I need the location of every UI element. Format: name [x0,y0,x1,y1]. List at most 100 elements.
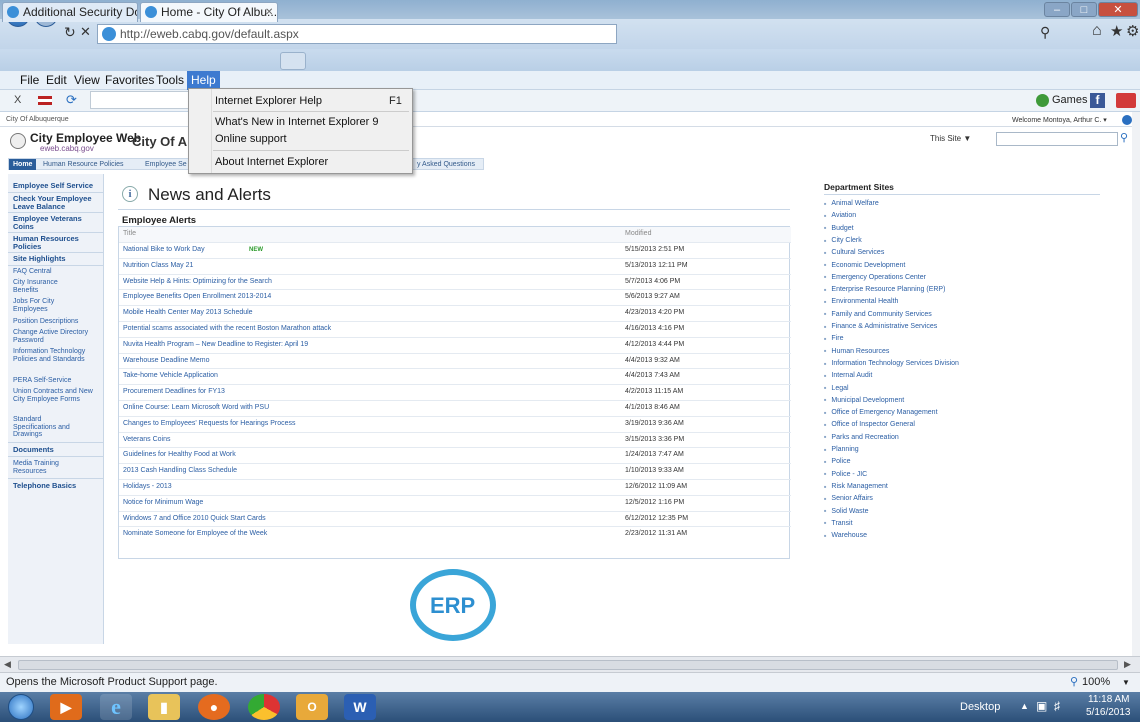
scroll-thumb[interactable] [18,660,1118,670]
logo-title[interactable]: City Employee Web [30,131,141,145]
menu-favorites[interactable]: Favorites [101,71,158,90]
nav-documents[interactable]: Documents [13,446,54,454]
tools-gear-icon[interactable]: ⚙ [1126,22,1139,40]
alert-title-link[interactable]: Holidays - 2013 [123,480,172,494]
dept-link[interactable]: Internal Audit [824,372,872,379]
nav-link-it-policies[interactable]: Information Technology Policies and Stan… [13,348,93,363]
dept-link[interactable]: Aviation [824,212,856,219]
alert-title-link[interactable]: Mobile Health Center May 2013 Schedule [123,306,253,320]
zoom-level[interactable]: 100% [1082,673,1110,692]
alert-title-link[interactable]: Employee Benefits Open Enrollment 2013-2… [123,290,271,304]
file-explorer-icon[interactable]: ▮ [148,694,180,720]
refresh-icon[interactable]: ↻ [64,24,76,41]
tab-additional-security[interactable]: Additional Security Do... [2,2,138,22]
chrome-icon[interactable] [248,694,280,720]
facebook-icon[interactable]: f [1090,93,1105,108]
outlook-icon[interactable]: O [296,694,328,720]
media-player-icon[interactable]: ▶ [50,694,82,720]
dept-link[interactable]: Family and Community Services [824,311,931,318]
nav-leave-balance[interactable]: Check Your Employee Leave Balance [13,195,103,211]
scroll-right-arrow[interactable]: ▶ [1124,659,1131,670]
alert-title-link[interactable]: Nutrition Class May 21 [123,259,193,273]
desktop-toolbar-label[interactable]: Desktop [960,701,1000,713]
nav-link-position-descriptions[interactable]: Position Descriptions [13,318,78,326]
alert-title-link[interactable]: Windows 7 and Office 2010 Quick Start Ca… [123,512,266,526]
menu-item-about-ie[interactable]: About Internet Explorer [215,156,328,168]
favorites-star-icon[interactable]: ★ [1110,22,1123,40]
alert-title-link[interactable]: Potential scams associated with the rece… [123,322,331,336]
dept-link[interactable]: Information Technology Services Division [824,360,959,367]
cmd-close-icon[interactable]: X [14,94,21,106]
dept-link[interactable]: Economic Development [824,262,905,269]
nav-link-pera[interactable]: PERA Self-Service [13,377,71,385]
search-scope-select[interactable]: This Site ▼ [930,132,992,145]
alert-title-link[interactable]: Online Course: Learn Microsoft Word with… [123,401,269,415]
tab-human-resource-policies[interactable]: Human Resource Policies [39,159,128,170]
close-window-button[interactable]: ✕ [1098,2,1138,17]
dept-link[interactable]: Human Resources [824,348,889,355]
search-icon[interactable]: ⚲ [1040,24,1050,41]
home-icon[interactable]: ⌂ [1092,22,1102,40]
nav-link-change-password[interactable]: Change Active Directory Password [13,329,93,344]
alert-title-link[interactable]: Notice for Minimum Wage [123,496,203,510]
menu-tools[interactable]: Tools [152,71,188,90]
nav-hr-policies[interactable]: Human Resources Policies [13,235,103,251]
alert-title-link[interactable]: Veterans Coins [123,433,170,447]
dept-link[interactable]: Parks and Recreation [824,434,898,441]
page-scrollbar-vertical[interactable] [1132,112,1140,656]
firefox-icon[interactable]: ● [198,694,230,720]
dept-link[interactable]: City Clerk [824,237,861,244]
col-title[interactable]: Title [123,227,136,241]
nav-telephone-basics[interactable]: Telephone Basics [13,482,76,490]
nav-employee-self-service[interactable]: Employee Self Service [13,182,93,190]
nav-link-union-contracts[interactable]: Union Contracts and New City Employee Fo… [13,388,97,403]
address-bar[interactable]: http://eweb.cabq.gov/default.aspx [97,24,617,44]
horizontal-scrollbar[interactable]: ◀ ▶ [0,656,1140,672]
menu-edit[interactable]: Edit [42,71,71,90]
dept-link[interactable]: Risk Management [824,483,887,490]
menu-view[interactable]: View [70,71,104,90]
tab-home[interactable]: Home [9,159,37,170]
games-icon[interactable] [1036,94,1049,107]
menu-item-whats-new[interactable]: What's New in Internet Explorer 9 [215,116,379,128]
nav-link-jobs[interactable]: Jobs For City Employees [13,298,73,313]
internet-explorer-icon[interactable]: e [100,694,132,720]
word-icon[interactable]: W [344,694,376,720]
erp-logo[interactable]: ERP [410,569,496,641]
network-icon[interactable]: ▣ [1036,699,1047,713]
scroll-left-arrow[interactable]: ◀ [4,659,11,670]
alert-title-link[interactable]: Changes to Employees' Requests for Heari… [123,417,296,431]
site-search-icon[interactable]: ⚲ [1120,131,1128,144]
alert-title-link[interactable]: National Bike to Work Day [123,243,205,257]
clock-time[interactable]: 11:18 AM [1088,694,1130,705]
menu-item-online-support[interactable]: Online support [215,133,287,145]
nav-link-media-training[interactable]: Media Training Resources [13,460,83,475]
dept-link[interactable]: Office of Emergency Management [824,409,937,416]
tab-home-city[interactable]: Home - City Of Albu... ✕ [140,2,278,22]
dept-link[interactable]: Legal [824,385,848,392]
dept-link[interactable]: Finance & Administrative Services [824,323,937,330]
dept-link[interactable]: Municipal Development [824,397,904,404]
start-button[interactable] [8,694,34,720]
dept-link[interactable]: Police [824,458,850,465]
alert-title-link[interactable]: 2013 Cash Handling Class Schedule [123,464,237,478]
close-tab-icon[interactable]: ✕ [265,3,273,22]
tab-faq[interactable]: y Asked Questions [413,159,479,170]
maximize-button[interactable]: □ [1071,2,1097,17]
refresh-small-icon[interactable]: ⟳ [66,92,77,108]
tab-employee-services[interactable]: Employee Se [141,159,191,170]
dept-link[interactable]: Enterprise Resource Planning (ERP) [824,286,945,293]
alert-title-link[interactable]: Warehouse Deadline Memo [123,354,210,368]
zoom-dropdown-icon[interactable]: ▼ [1122,673,1130,692]
alert-title-link[interactable]: Take-home Vehicle Application [123,369,218,383]
new-tab-button[interactable] [280,52,306,70]
site-search-input[interactable] [996,132,1118,146]
dept-link[interactable]: Planning [824,446,858,453]
dept-link[interactable]: Fire [824,335,843,342]
dept-link[interactable]: Solid Waste [824,508,868,515]
alert-title-link[interactable]: Nominate Someone for Employee of the Wee… [123,527,267,541]
nav-link-city-insurance[interactable]: City Insurance Benefits [13,279,73,294]
stop-icon[interactable]: ✕ [80,24,91,40]
alert-title-link[interactable]: Guidelines for Healthy Food at Work [123,448,236,462]
dept-link[interactable]: Police - JIC [824,471,867,478]
